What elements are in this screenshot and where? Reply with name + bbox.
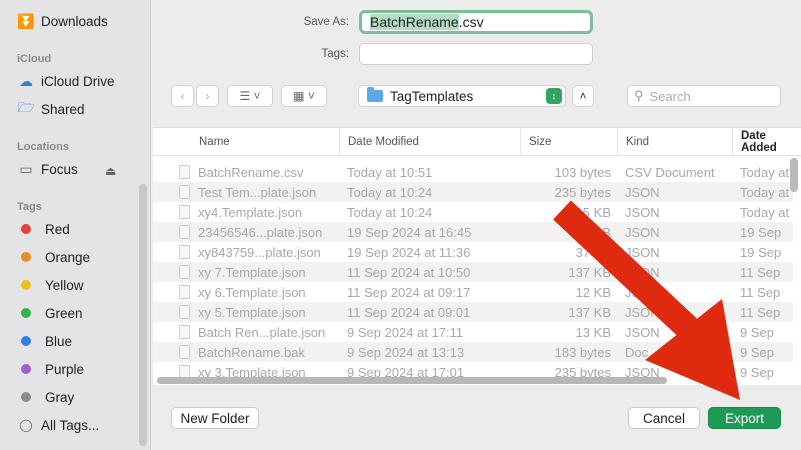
- arrow-shaft: [553, 200, 714, 354]
- annotation-arrow: [553, 200, 740, 400]
